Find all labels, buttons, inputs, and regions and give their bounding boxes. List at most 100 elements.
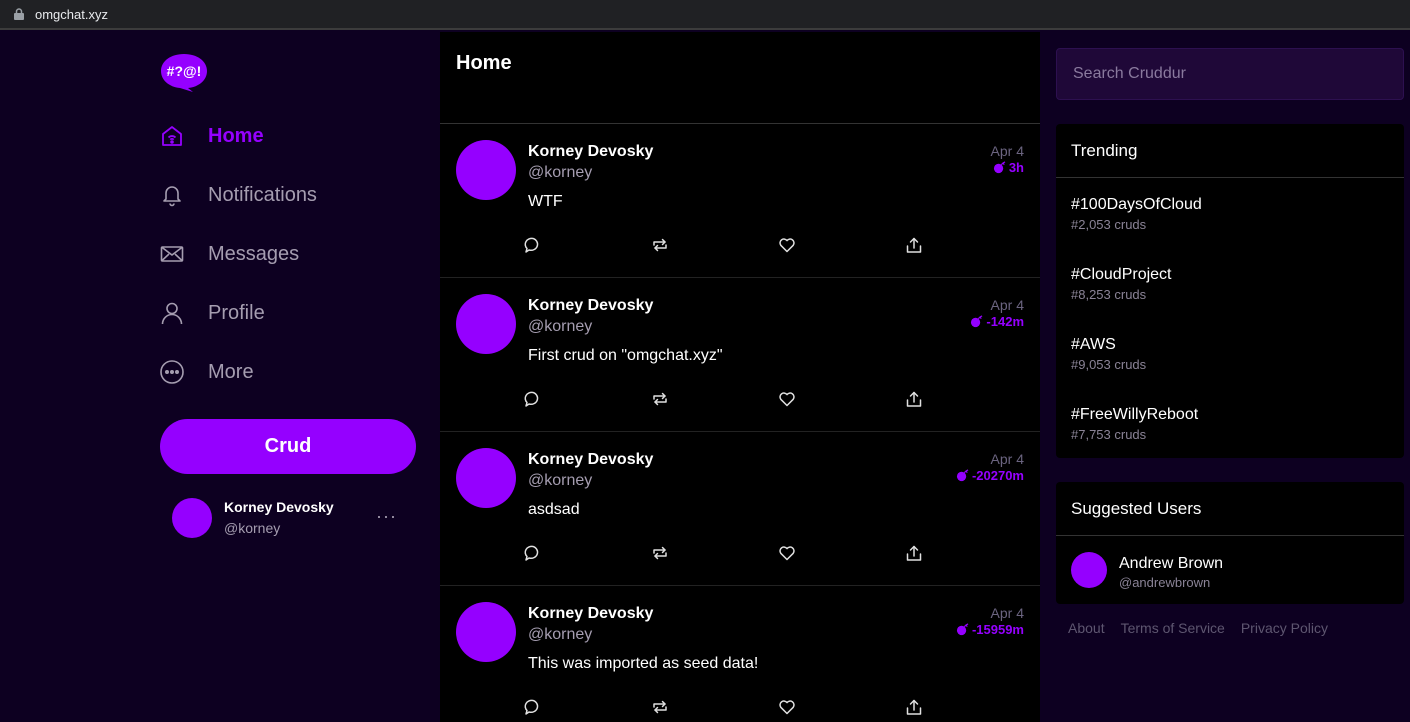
share-icon xyxy=(906,545,922,561)
nav-label-messages: Messages xyxy=(208,242,300,265)
post[interactable]: Korney Devosky @korney WTF Apr 4 3h xyxy=(440,124,1040,278)
nav-item-profile[interactable]: Profile xyxy=(160,298,265,328)
post-author-name[interactable]: Korney Devosky xyxy=(528,143,653,161)
post-date: Apr 4 xyxy=(990,605,1024,621)
repost-button[interactable] xyxy=(651,698,671,718)
trend-item[interactable]: #FreeWillyReboot #7,753 cruds xyxy=(1056,388,1404,458)
post-date: Apr 4 xyxy=(990,297,1024,313)
nav-label-notifications: Notifications xyxy=(208,183,317,206)
logo[interactable]: #?@! xyxy=(160,52,208,92)
trend-item[interactable]: #AWS #9,053 cruds xyxy=(1056,318,1404,388)
post-text: asdsad xyxy=(528,501,580,518)
nav-item-more[interactable]: More xyxy=(160,357,254,387)
reply-icon xyxy=(524,237,539,253)
nav-label-home: Home xyxy=(208,124,264,147)
trend-count: #9,053 cruds xyxy=(1071,357,1147,372)
current-user-card[interactable]: Korney Devosky @korney ··· xyxy=(172,498,412,538)
trend-tag: #100DaysOfCloud xyxy=(1071,196,1202,213)
trend-tag: #CloudProject xyxy=(1071,266,1172,283)
current-user-name: Korney Devosky xyxy=(224,499,334,515)
envelope-icon xyxy=(160,246,184,262)
terms-link[interactable]: Terms of Service xyxy=(1121,620,1225,636)
current-user-handle: @korney xyxy=(224,520,281,536)
post-author-name[interactable]: Korney Devosky xyxy=(528,451,653,469)
suggested-user[interactable]: Andrew Brown @andrewbrown xyxy=(1056,536,1404,604)
share-button[interactable] xyxy=(905,544,925,564)
share-button[interactable] xyxy=(905,236,925,256)
nav-item-notifications[interactable]: Notifications xyxy=(160,180,317,210)
user-menu-button[interactable]: ··· xyxy=(376,506,397,527)
trending-title: Trending xyxy=(1056,124,1404,178)
like-icon xyxy=(779,238,795,253)
post-text: WTF xyxy=(528,193,563,210)
right-sidebar: Trending #100DaysOfCloud #2,053 cruds #C… xyxy=(1040,32,1410,722)
post-author-name[interactable]: Korney Devosky xyxy=(528,605,653,623)
nav-label-more: More xyxy=(208,360,254,383)
post-date: Apr 4 xyxy=(990,143,1024,159)
post[interactable]: Korney Devosky @korney This was imported a… xyxy=(440,586,1040,722)
bomb-icon xyxy=(956,469,969,482)
svg-text:#?@!: #?@! xyxy=(167,63,202,79)
suggested-user-name: Andrew Brown xyxy=(1119,555,1224,572)
repost-icon xyxy=(653,700,667,714)
post-text: This was imported as seed data! xyxy=(528,655,759,672)
like-button[interactable] xyxy=(778,698,798,718)
post-author-handle: @korney xyxy=(528,164,593,181)
trend-tag: #AWS xyxy=(1071,336,1116,353)
bomb-icon xyxy=(956,623,969,636)
left-navigation: #?@! Home Notifications Messages Profile… xyxy=(0,32,440,722)
share-icon xyxy=(906,699,922,715)
trend-item[interactable]: #CloudProject #8,253 cruds xyxy=(1056,248,1404,318)
about-link[interactable]: About xyxy=(1068,620,1105,636)
suggested-user-handle: @andrewbrown xyxy=(1119,575,1211,590)
more-icon xyxy=(160,360,184,384)
post[interactable]: Korney Devosky @korney First crud on "omgc… xyxy=(440,278,1040,432)
reply-button[interactable] xyxy=(524,544,544,564)
trend-count: #8,253 cruds xyxy=(1071,287,1147,302)
like-icon xyxy=(779,546,795,561)
trending-panel: Trending #100DaysOfCloud #2,053 cruds #C… xyxy=(1056,124,1404,458)
reply-button[interactable] xyxy=(524,390,544,410)
suggested-users-title: Suggested Users xyxy=(1056,482,1404,536)
like-button[interactable] xyxy=(778,544,798,564)
reply-button[interactable] xyxy=(524,236,544,256)
reply-icon xyxy=(524,699,539,715)
avatar[interactable] xyxy=(456,448,516,508)
share-icon xyxy=(906,391,922,407)
like-button[interactable] xyxy=(778,390,798,410)
url-text[interactable]: omgchat.xyz xyxy=(35,7,108,22)
repost-button[interactable] xyxy=(651,390,671,410)
trend-item[interactable]: #100DaysOfCloud #2,053 cruds xyxy=(1056,178,1404,248)
reply-button[interactable] xyxy=(524,698,544,718)
person-icon xyxy=(161,302,183,325)
repost-button[interactable] xyxy=(651,236,671,256)
privacy-link[interactable]: Privacy Policy xyxy=(1241,620,1328,636)
trend-tag: #FreeWillyReboot xyxy=(1071,406,1199,423)
post[interactable]: Korney Devosky @korney asdsad Apr 4 -20270m xyxy=(440,432,1040,586)
search-input[interactable] xyxy=(1056,48,1404,100)
reply-icon xyxy=(524,545,539,561)
suggested-users-panel: Suggested Users Andrew Brown @andrewbrow… xyxy=(1056,482,1404,604)
avatar[interactable] xyxy=(456,294,516,354)
avatar[interactable] xyxy=(456,140,516,200)
nav-item-messages[interactable]: Messages xyxy=(160,239,299,269)
avatar[interactable] xyxy=(456,602,516,662)
browser-address-bar[interactable]: omgchat.xyz xyxy=(0,0,1410,30)
post-date: Apr 4 xyxy=(990,451,1024,467)
share-button[interactable] xyxy=(905,698,925,718)
post-author-handle: @korney xyxy=(528,318,593,335)
post-expiry: 3h xyxy=(993,160,1024,175)
trend-count: #7,753 cruds xyxy=(1071,427,1147,442)
share-button[interactable] xyxy=(905,390,925,410)
nav-item-home[interactable]: Home xyxy=(160,121,264,151)
like-button[interactable] xyxy=(778,236,798,256)
post-expiry-time: -20270m xyxy=(971,468,1024,483)
bomb-icon xyxy=(971,315,983,328)
repost-icon xyxy=(653,238,667,252)
crud-button[interactable]: Crud xyxy=(160,419,416,474)
post-author-handle: @korney xyxy=(528,472,593,489)
post-author-name[interactable]: Korney Devosky xyxy=(528,297,653,315)
page-title: Home xyxy=(456,52,512,74)
post-expiry: -20270m xyxy=(956,468,1024,483)
repost-button[interactable] xyxy=(651,544,671,564)
